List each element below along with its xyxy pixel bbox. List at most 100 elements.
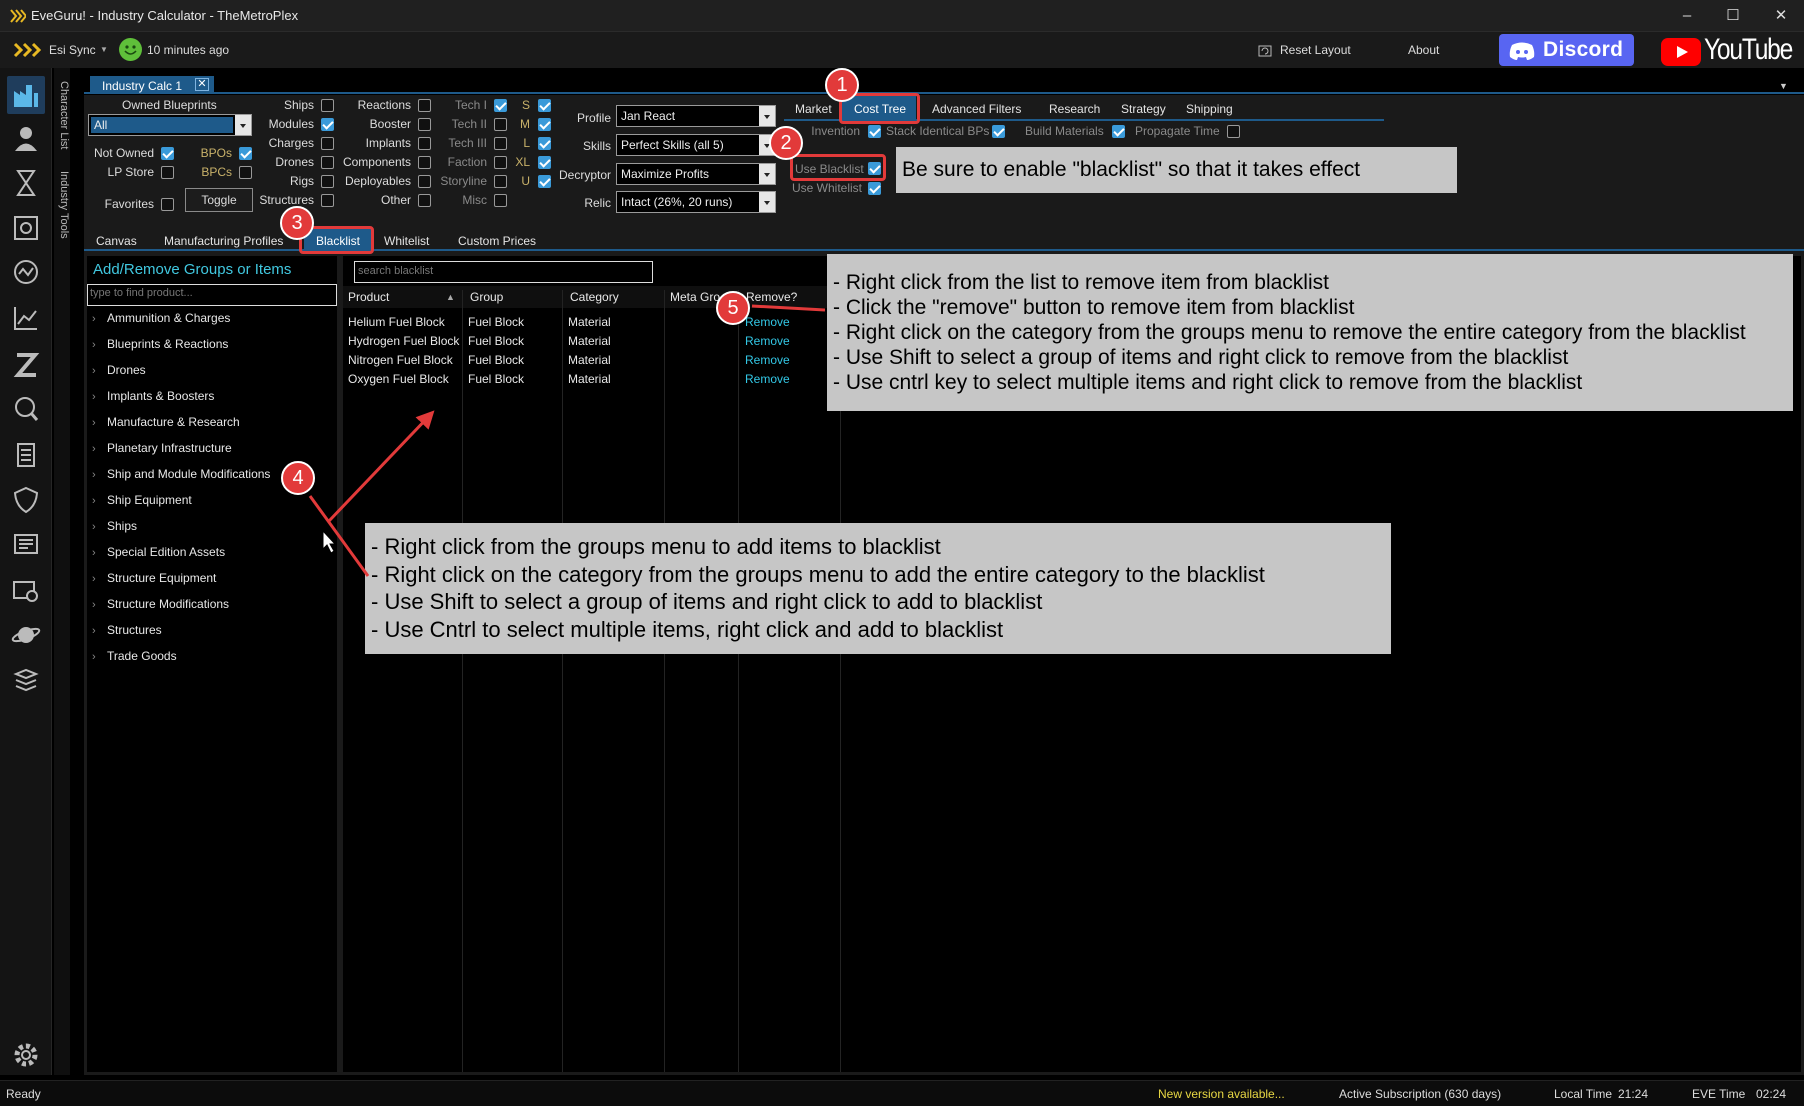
chevron-right-icon[interactable]: › (92, 417, 107, 429)
modules-checkbox[interactable] (321, 118, 334, 131)
chevron-right-icon[interactable]: › (92, 469, 107, 481)
lp-store-checkbox[interactable] (161, 166, 174, 179)
reset-layout-button[interactable]: Reset Layout (1280, 43, 1351, 57)
tab-manufacturing-profiles[interactable]: Manufacturing Profiles (164, 234, 283, 248)
chevron-right-icon[interactable]: › (92, 547, 107, 559)
tree-item[interactable]: › Ship and Module Modifications (92, 467, 270, 481)
tree-item[interactable]: › Blueprints & Reactions (92, 337, 228, 351)
propagate-time-checkbox[interactable] (1227, 125, 1240, 138)
character-icon[interactable] (10, 122, 42, 154)
toggle-button[interactable]: Toggle (185, 188, 253, 212)
tech-3-checkbox[interactable] (494, 137, 507, 150)
deployables-checkbox[interactable] (418, 175, 431, 188)
chevron-right-icon[interactable]: › (92, 599, 107, 611)
chevron-right-icon[interactable]: › (92, 391, 107, 403)
chart-icon[interactable] (10, 302, 42, 334)
tab-custom-prices[interactable]: Custom Prices (458, 234, 536, 248)
size-l-checkbox[interactable] (538, 137, 551, 150)
tab-canvas[interactable]: Canvas (96, 234, 137, 248)
column-header-meta-group[interactable]: Meta Gro (670, 290, 720, 304)
stack-icon[interactable] (10, 664, 42, 696)
invention-checkbox[interactable] (868, 125, 881, 138)
sort-ascending-icon[interactable]: ▲ (446, 292, 455, 302)
report-icon[interactable] (10, 528, 42, 560)
storyline-checkbox[interactable] (494, 175, 507, 188)
planet-icon[interactable] (10, 619, 42, 651)
chevron-right-icon[interactable]: › (92, 573, 107, 585)
youtube-label[interactable]: YouTube (1704, 33, 1793, 67)
faction-checkbox[interactable] (494, 156, 507, 169)
owned-blueprints-select[interactable]: All (88, 114, 252, 136)
remove-button[interactable]: Remove (745, 353, 790, 367)
about-button[interactable]: About (1408, 43, 1439, 57)
remove-button[interactable]: Remove (745, 372, 790, 386)
chevron-right-icon[interactable]: › (92, 339, 107, 351)
shield-icon[interactable] (10, 484, 42, 516)
tab-shipping[interactable]: Shipping (1186, 102, 1233, 116)
tree-item[interactable]: › Planetary Infrastructure (92, 441, 232, 455)
remove-button[interactable]: Remove (745, 315, 790, 329)
reactions-checkbox[interactable] (418, 99, 431, 112)
size-s-checkbox[interactable] (538, 99, 551, 112)
skills-select[interactable]: Perfect Skills (all 5) (616, 134, 776, 156)
build-materials-checkbox[interactable] (1112, 125, 1125, 138)
tree-item[interactable]: › Trade Goods (92, 649, 177, 663)
tree-item[interactable]: › Implants & Boosters (92, 389, 214, 403)
close-window-button[interactable]: ✕ (1766, 6, 1796, 26)
chevron-right-icon[interactable]: › (92, 313, 107, 325)
chevron-right-icon[interactable]: › (92, 521, 107, 533)
esi-sync-label[interactable]: Esi Sync (49, 43, 96, 57)
close-icon[interactable]: ✕ (195, 78, 209, 91)
search-icon[interactable] (10, 393, 42, 425)
relic-select[interactable]: Intact (26%, 20 runs) (616, 191, 776, 213)
tree-item[interactable]: › Ship Equipment (92, 493, 192, 507)
remove-button[interactable]: Remove (745, 334, 790, 348)
profile-select[interactable]: Jan React (616, 105, 776, 127)
tab-industry-tools[interactable]: Industry Tools (54, 166, 70, 244)
tab-market[interactable]: Market (795, 102, 832, 116)
tab-character-list[interactable]: Character List (54, 78, 70, 152)
esi-sync-icon[interactable] (13, 42, 45, 58)
chevron-down-icon[interactable]: ▼ (100, 45, 108, 54)
structures-checkbox[interactable] (321, 194, 334, 207)
tab-advanced-filters[interactable]: Advanced Filters (932, 102, 1021, 116)
tree-item[interactable]: › Special Edition Assets (92, 545, 225, 559)
maximize-button[interactable]: ☐ (1718, 6, 1748, 26)
favorites-checkbox[interactable] (161, 198, 174, 211)
other-checkbox[interactable] (418, 194, 431, 207)
chevron-right-icon[interactable]: › (92, 443, 107, 455)
booster-checkbox[interactable] (418, 118, 431, 131)
chevron-right-icon[interactable]: › (92, 651, 107, 663)
blueprint-icon[interactable] (10, 212, 42, 244)
chevron-right-icon[interactable]: › (92, 625, 107, 637)
tree-item[interactable]: › Structures (92, 623, 162, 637)
chevron-down-icon[interactable] (235, 115, 251, 135)
minimize-button[interactable]: – (1672, 6, 1702, 26)
tech-1-checkbox[interactable] (494, 99, 507, 112)
column-header-remove[interactable]: Remove? (746, 290, 797, 304)
decryptor-select[interactable]: Maximize Profits (616, 163, 776, 185)
panel-collapse-icon[interactable]: ▼ (1779, 81, 1788, 91)
settings-icon[interactable] (10, 1039, 42, 1071)
tree-item[interactable]: › Drones (92, 363, 146, 377)
new-version-link[interactable]: New version available... (1158, 1087, 1285, 1101)
not-owned-checkbox[interactable] (161, 147, 174, 160)
market-icon[interactable] (10, 256, 42, 288)
hourglass-icon[interactable] (10, 167, 42, 199)
chevron-down-icon[interactable] (759, 106, 775, 126)
tab-strategy[interactable]: Strategy (1121, 102, 1166, 116)
use-whitelist-checkbox[interactable] (868, 182, 881, 195)
column-header-group[interactable]: Group (470, 290, 503, 304)
reset-layout-icon[interactable] (1257, 42, 1273, 58)
implants-checkbox[interactable] (418, 137, 431, 150)
tech-2-checkbox[interactable] (494, 118, 507, 131)
chevron-down-icon[interactable] (759, 192, 775, 212)
tree-item[interactable]: › Manufacture & Research (92, 415, 240, 429)
tree-item[interactable]: › Ammunition & Charges (92, 311, 230, 325)
components-checkbox[interactable] (418, 156, 431, 169)
tree-item[interactable]: › Ships (92, 519, 137, 533)
misc-checkbox[interactable] (494, 194, 507, 207)
youtube-icon[interactable] (1661, 38, 1701, 66)
tree-item[interactable]: › Structure Equipment (92, 571, 216, 585)
stack-identical-checkbox[interactable] (992, 125, 1005, 138)
